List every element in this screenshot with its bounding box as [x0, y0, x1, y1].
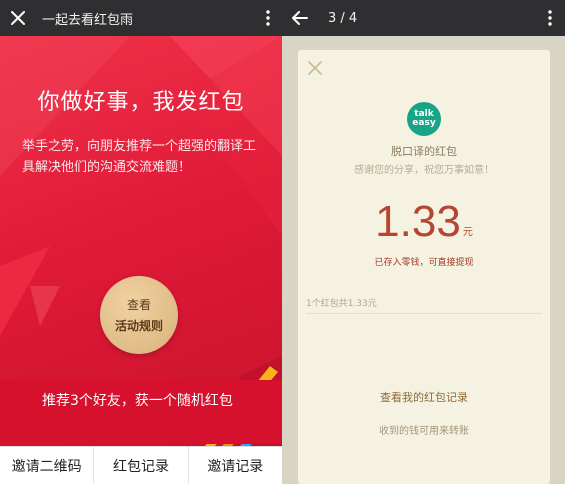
view-my-records-link[interactable]: 查看我的红包记录	[298, 389, 550, 405]
talkeasy-logo: talk easy	[407, 102, 441, 136]
left-topbar: 一起去看红包雨	[0, 0, 282, 36]
reward-text: 推荐3个好友，获一个随机红包	[42, 393, 233, 409]
promo-description: 举手之劳，向朋友推荐一个超强的翻译工具解决他们的沟通交流难题！	[22, 139, 257, 175]
tab-invite-qr[interactable]: 邀请二维码	[0, 447, 95, 484]
amount-display: 1.33 元	[298, 198, 550, 246]
transfer-note: 收到的钱可用来转账	[379, 426, 469, 437]
left-window: 一起去看红包雨 你做好事，我发红包 举手之劳，向朋友推荐一个超强的翻译工具解决他…	[0, 0, 282, 484]
greeting-message: 感谢您的分享，祝您万事如意！	[354, 165, 494, 176]
logo-text-line2: easy	[412, 118, 436, 128]
red-packet-card: talk easy 脱口译的红包 感谢您的分享，祝您万事如意！ 1.33 元 已…	[298, 50, 550, 484]
page-title: 一起去看红包雨	[42, 12, 134, 28]
sender-name: 脱口译的红包	[391, 145, 457, 158]
more-options-icon[interactable]	[254, 0, 282, 36]
rules-button-line2: 活动规则	[114, 319, 163, 333]
divider	[306, 313, 542, 314]
close-icon[interactable]	[308, 60, 326, 78]
tab-invite-records[interactable]: 邀请记录	[189, 447, 282, 484]
view-rules-button[interactable]: 查看 活动规则	[100, 276, 178, 354]
tab-red-packet-records[interactable]: 红包记录	[94, 447, 189, 484]
more-options-icon[interactable]	[535, 0, 565, 36]
bottom-tabs: 邀请二维码 红包记录 邀请记录	[0, 446, 282, 484]
headline: 你做好事，我发红包	[37, 90, 245, 115]
page-indicator: 3 / 4	[328, 10, 358, 26]
amount-unit: 元	[462, 227, 473, 238]
close-icon[interactable]	[0, 0, 36, 36]
stored-note[interactable]: 已存入零钱，可直接提现	[298, 255, 550, 268]
right-window: 3 / 4 talk easy 脱口译的红包 感谢您的分享，祝您万事如意！ 1.…	[282, 0, 565, 484]
amount-value: 1.33	[375, 197, 461, 246]
rules-button-line1: 查看	[126, 298, 151, 312]
packet-summary: 1个红包共1.33元	[306, 299, 377, 309]
right-topbar: 3 / 4	[282, 0, 565, 36]
promo-banner: 你做好事，我发红包 举手之劳，向朋友推荐一个超强的翻译工具解决他们的沟通交流难题…	[0, 36, 282, 446]
back-arrow-icon[interactable]	[282, 0, 318, 36]
